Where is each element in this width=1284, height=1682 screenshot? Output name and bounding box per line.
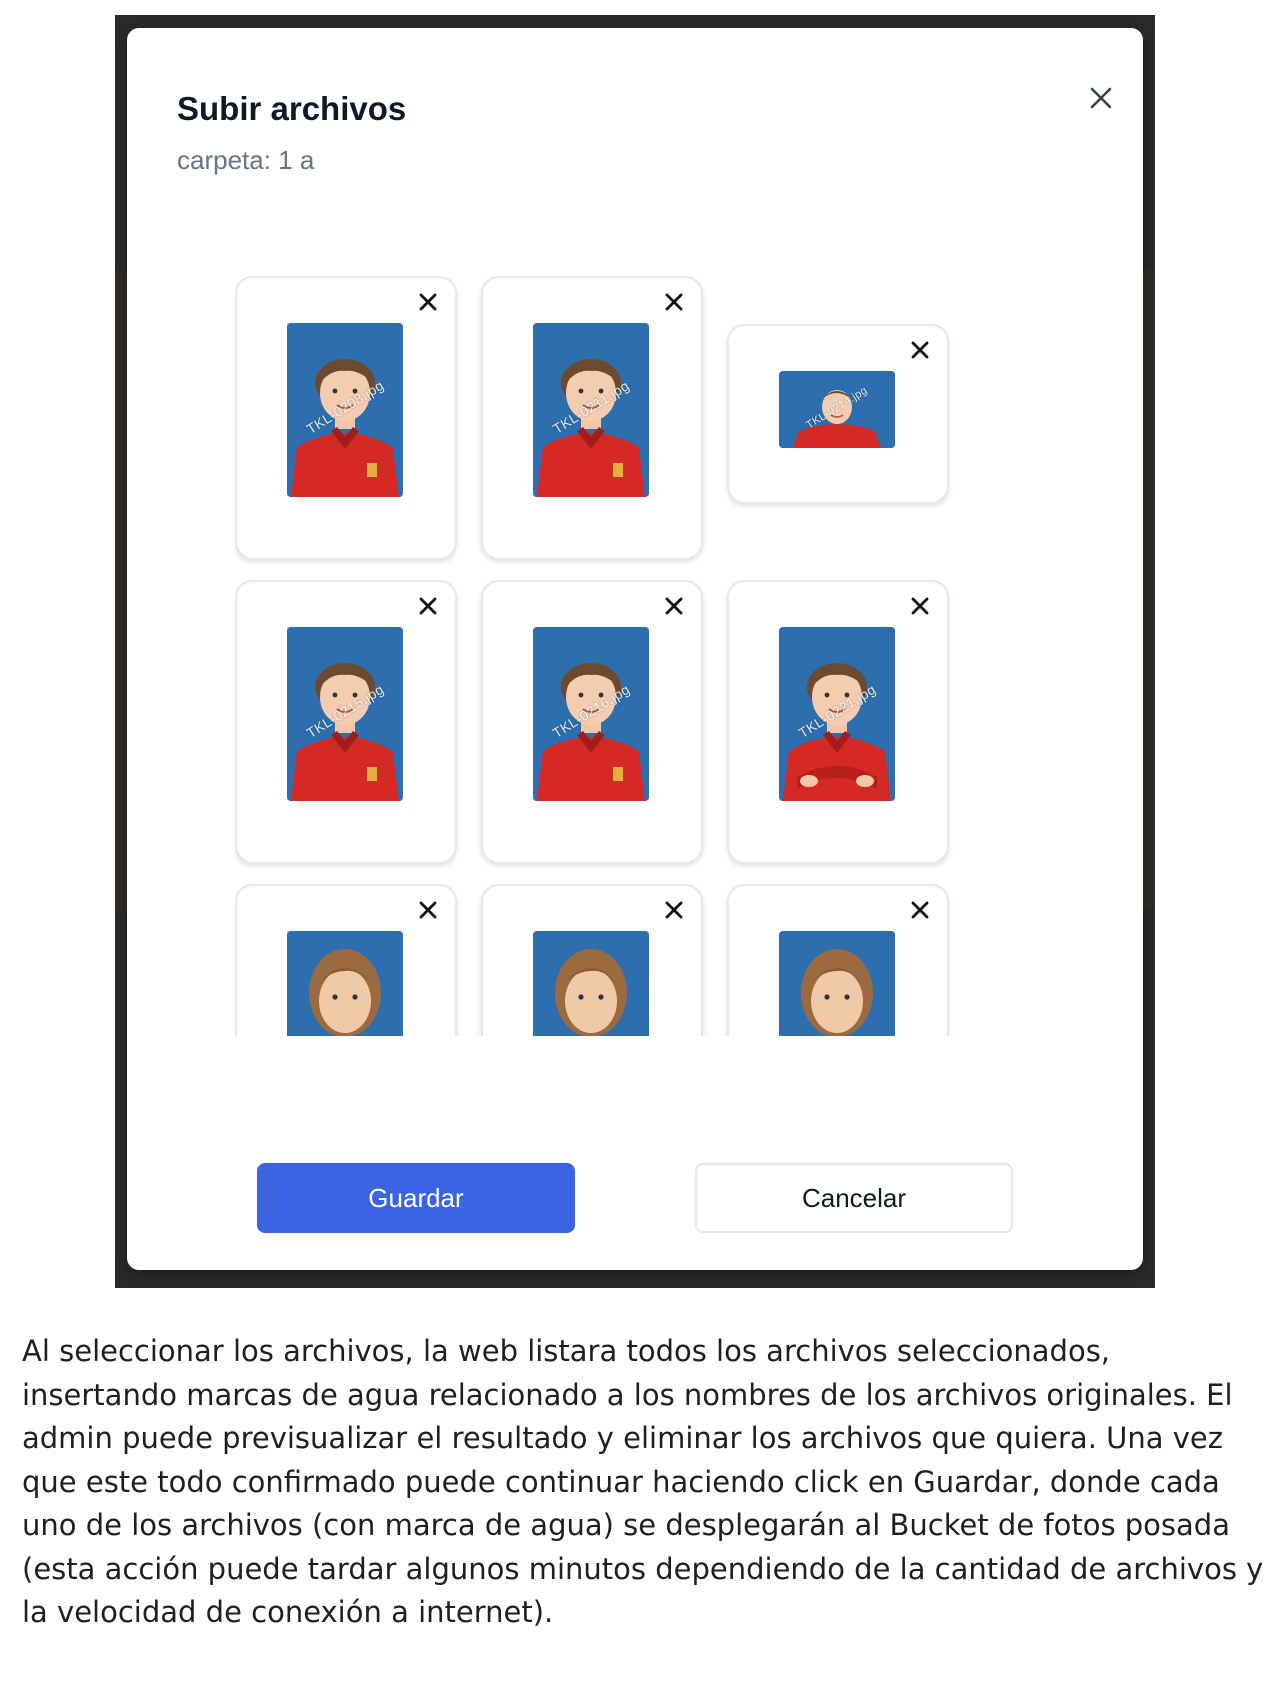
screenshot-frame: Subir archivos carpeta: 1 a TKL-0208.jpg… — [115, 15, 1155, 1288]
folder-subtitle: carpeta: 1 a — [177, 145, 315, 175]
background-strip — [115, 270, 127, 910]
thumbnail-image: TKL-0211.jpg — [533, 323, 649, 497]
remove-thumbnail-icon[interactable] — [413, 591, 443, 621]
remove-thumbnail-icon[interactable] — [413, 895, 443, 925]
remove-thumbnail-icon[interactable] — [659, 895, 689, 925]
remove-thumbnail-icon[interactable] — [905, 591, 935, 621]
modal-title: Subir archivos — [177, 90, 407, 127]
thumbnail-card: TKL-0221.jpg — [727, 580, 949, 864]
thumbnail-image: TKL-0216.jpg — [533, 627, 649, 801]
thumbnail-card: TKL-0215.jpg — [235, 580, 457, 864]
thumbnail-image — [287, 931, 403, 1036]
upload-modal: Subir archivos carpeta: 1 a TKL-0208.jpg… — [127, 28, 1143, 1270]
remove-thumbnail-icon[interactable] — [659, 591, 689, 621]
remove-thumbnail-icon[interactable] — [413, 287, 443, 317]
thumbnail-image: TKL-0208.jpg — [287, 323, 403, 497]
thumbnail-image: TKL-0221.jpg — [779, 627, 895, 801]
save-button[interactable]: Guardar — [257, 1163, 575, 1233]
thumbnail-card: TKL-0208.jpg — [235, 276, 457, 560]
thumbnail-card — [481, 884, 703, 1036]
remove-thumbnail-icon[interactable] — [659, 287, 689, 317]
thumbnail-card — [727, 884, 949, 1036]
description-paragraph: Al seleccionar los archivos, la web list… — [22, 1334, 1264, 1629]
thumbnail-image — [533, 931, 649, 1036]
thumbnail-card: TKL-0211.jpg — [481, 276, 703, 560]
thumbnail-card: TKL-0216.jpg — [481, 580, 703, 864]
thumbnail-image: TKL-0214.jpg — [779, 371, 895, 448]
thumbnail-image: TKL-0215.jpg — [287, 627, 403, 801]
thumbnail-grid-viewport[interactable]: TKL-0208.jpg TKL-0211.jpg TKL-0214.jpg TKL-… — [235, 276, 1015, 1036]
thumbnail-image — [779, 931, 895, 1036]
thumbnail-card — [235, 884, 457, 1036]
remove-thumbnail-icon[interactable] — [905, 335, 935, 365]
cancel-button[interactable]: Cancelar — [695, 1163, 1013, 1233]
background-strip — [1143, 270, 1155, 910]
remove-thumbnail-icon[interactable] — [905, 895, 935, 925]
close-icon[interactable] — [1081, 78, 1121, 118]
thumbnail-card: TKL-0214.jpg — [727, 324, 949, 504]
